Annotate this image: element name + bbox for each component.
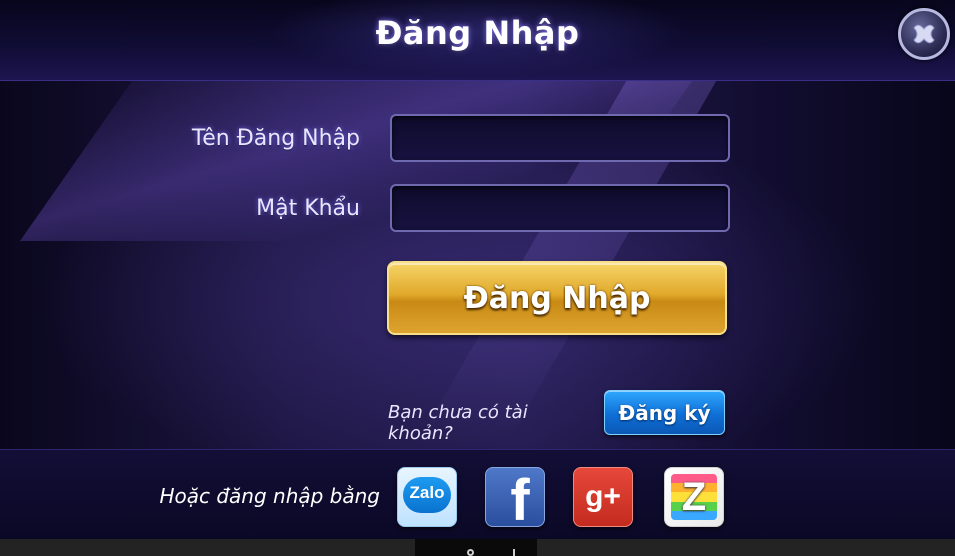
password-input[interactable]	[390, 184, 730, 232]
page-title: Đăng Nhập	[375, 14, 580, 52]
facebook-icon: f	[510, 468, 530, 527]
social-login-bar	[0, 449, 955, 540]
z-app-icon: Z	[681, 475, 707, 519]
login-button-label: Đăng Nhập	[463, 281, 651, 316]
close-button[interactable]	[898, 8, 950, 60]
facebook-login-button[interactable]: f	[485, 467, 545, 527]
zalo-label: Zalo	[409, 483, 445, 502]
search-icon	[467, 549, 474, 556]
bottom-tab	[415, 539, 537, 556]
password-label: Mật Khẩu	[256, 196, 360, 221]
username-input[interactable]	[390, 114, 730, 162]
zalo-login-button[interactable]: Zalo	[397, 467, 457, 527]
google-plus-login-button[interactable]: g+	[573, 467, 633, 527]
social-login-prompt: Hoặc đăng nhập bằng	[159, 484, 380, 508]
z-app-login-button[interactable]: Z	[664, 467, 724, 527]
header-bar: Đăng Nhập	[0, 0, 955, 81]
login-button[interactable]: Đăng Nhập	[387, 261, 727, 335]
close-x-icon	[913, 24, 935, 44]
plus-icon	[513, 549, 515, 556]
google-plus-icon: g+	[585, 480, 621, 513]
register-button[interactable]: Đăng ký	[604, 390, 725, 435]
no-account-prompt: Bạn chưa có tài khoản?	[388, 402, 528, 444]
username-label: Tên Đăng Nhập	[191, 126, 360, 151]
